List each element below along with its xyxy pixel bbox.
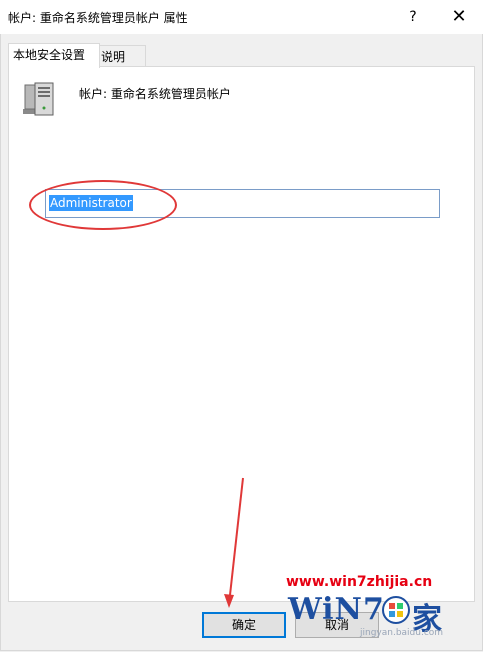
help-button[interactable]: ? [398, 4, 428, 30]
account-name-input[interactable]: Administrator [45, 189, 440, 218]
ok-button[interactable]: 确定 [202, 612, 286, 638]
server-computer-icon [23, 82, 54, 116]
selected-text: Administrator [49, 195, 133, 211]
settings-panel: 帐户: 重命名系统管理员帐户 Administrator [8, 66, 475, 602]
tab-explain[interactable]: 说明 [96, 45, 146, 68]
close-button[interactable]: ✕ [444, 4, 474, 30]
policy-label: 帐户: 重命名系统管理员帐户 [79, 87, 231, 101]
window-title: 帐户: 重命名系统管理员帐户 属性 [8, 11, 188, 25]
windows-flag-icon [382, 596, 410, 624]
tab-local-security-setting[interactable]: 本地安全设置 [8, 43, 100, 68]
watermark-url: www.win7zhijia.cn [286, 574, 433, 590]
title-bar: 帐户: 重命名系统管理员帐户 属性 ? ✕ [0, 0, 483, 34]
watermark-logo-text: WiN7 [288, 592, 385, 627]
watermark-bottom-text: jingyan.baidu.com [360, 628, 444, 638]
